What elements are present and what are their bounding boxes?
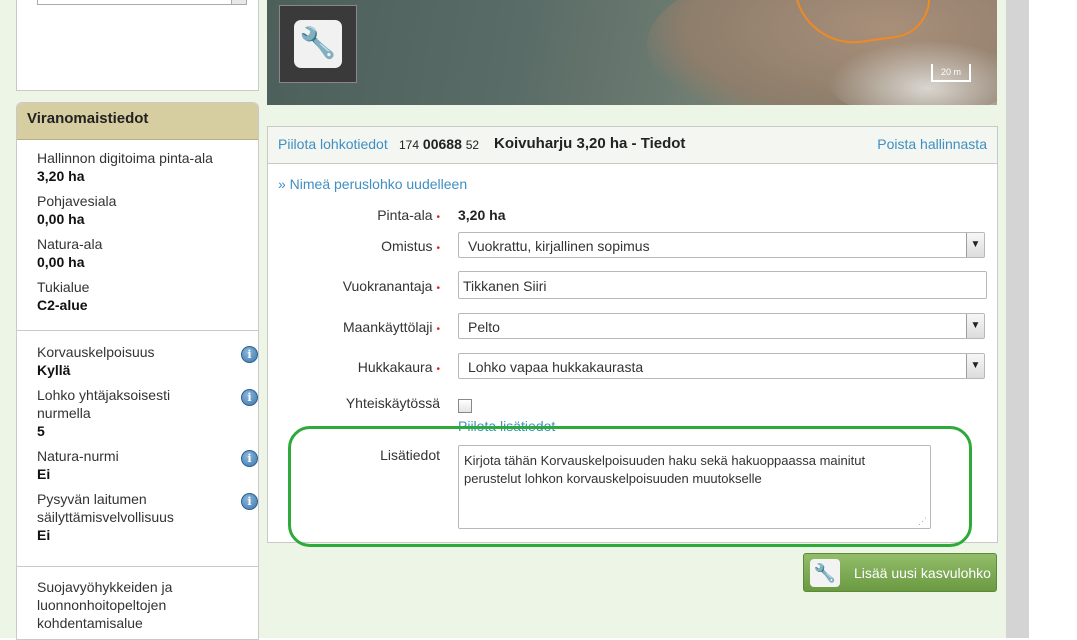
grassland-years-label: Lohko yhtäjaksoisesti nurmella [37,387,171,421]
rename-parcel-link[interactable]: » Nimeä peruslohko uudelleen [278,176,467,192]
buffer-zone-label: Suojavyöhykkeiden ja luonnonhoitopeltoje… [37,579,173,631]
area-label: Pinta-ala • [377,207,440,223]
pasture-obligation-row: Pysyvän laitumen säilyttämisvelvollisuus… [37,490,258,544]
select-arrow-icon[interactable] [231,0,246,4]
wild-oat-label-text: Hukkakaura [357,359,433,375]
panel-header: Piilota lohkotiedot 174 00688 52 Koivuha… [268,127,997,164]
lessor-label: Vuokranantaja • [343,278,440,294]
lessor-input-value: Tikkanen Siiri [463,278,547,294]
remove-from-holding-link[interactable]: Poista hallinnasta [877,136,987,152]
panel-title: Koivuharju 3,20 ha - Tiedot [494,135,686,152]
authority-info-title: Viranomaistiedot [17,103,258,140]
groundwater-area-label: Pohjavesiala [37,193,117,209]
chevron-down-icon[interactable]: ▼ [966,233,984,257]
pasture-obligation-label: Pysyvän laitumen säilyttämisvelvollisuus [37,491,174,525]
area-value: 3,20 ha [458,207,506,223]
chevron-down-icon[interactable]: ▼ [966,354,984,378]
required-mark: • [436,212,440,223]
eligibility-row: Korvauskelpoisuus Kyllä i [37,343,258,379]
required-mark: • [436,243,440,254]
eligibility-label: Korvauskelpoisuus [37,344,155,360]
ownership-label-text: Omistus [381,238,433,254]
ownership-select-value: Vuokrattu, kirjallinen sopimus [468,238,650,254]
info-icon[interactable]: i [241,493,258,510]
ownership-label: Omistus • [381,238,440,254]
parcel-id-suffix: 52 [465,138,480,152]
support-area-value: C2-alue [37,297,88,313]
buffer-zone-section: Suojavyöhykkeiden ja luonnonhoitopeltoje… [17,567,258,632]
add-growth-parcel-button[interactable]: 🔧 Lisää uusi kasvulohko [803,553,997,592]
natura-grass-value: Ei [37,466,51,482]
top-select[interactable] [37,0,247,5]
support-area-label: Tukialue [37,279,90,295]
grassland-years-row: Lohko yhtäjaksoisesti nurmella 5 i [37,386,258,440]
wild-oat-select-value: Lohko vapaa hukkakaurasta [468,359,644,375]
shared-use-label: Yhteiskäytössä [345,395,440,411]
add-growth-parcel-label: Lisää uusi kasvulohko [854,565,991,581]
digitized-area-value: 3,20 ha [37,168,85,184]
eligibility-value: Kyllä [37,362,71,378]
natura-grass-row: Natura-nurmi Ei i [37,447,258,483]
hide-parcel-info-link[interactable]: Piilota lohkotiedot [278,136,388,152]
lessor-input[interactable]: Tikkanen Siiri [458,271,987,299]
chevron-down-icon[interactable]: ▼ [966,314,984,338]
info-icon[interactable]: i [241,450,258,467]
info-icon[interactable]: i [241,389,258,406]
pasture-obligation-value: Ei [37,527,51,543]
page-scroll-track [1006,0,1029,638]
highlight-annotation [288,426,972,547]
required-mark: • [436,364,440,375]
landuse-select-value: Pelto [468,319,500,335]
natura-area-label: Natura-ala [37,236,103,252]
lessor-label-text: Vuokranantaja [342,278,433,294]
authority-area-section: Hallinnon digitoima pinta-ala 3,20 ha Po… [17,140,258,331]
authority-eligibility-section: Korvauskelpoisuus Kyllä i Lohko yhtäjaks… [17,331,258,567]
digitized-area-label: Hallinnon digitoima pinta-ala [37,150,213,166]
landuse-label: Maankäyttölaji • [343,319,440,335]
wrench-icon: 🔧 [810,559,840,587]
landuse-select[interactable]: Pelto ▼ [458,313,985,339]
wrench-icon: 🔧 [294,20,342,68]
parcel-id: 174 00688 52 [399,136,479,152]
top-sidebar-box [16,0,259,91]
aerial-map[interactable]: 🔧 20 m [267,0,997,105]
wild-oat-label: Hukkakaura • [358,359,440,375]
natura-area-value: 0,00 ha [37,254,85,270]
area-label-text: Pinta-ala [377,207,433,223]
map-tool-button[interactable]: 🔧 [279,5,357,83]
shared-use-checkbox[interactable] [458,399,472,413]
grassland-years-value: 5 [37,423,45,439]
map-scale-bar: 20 m [931,64,971,82]
natura-grass-label: Natura-nurmi [37,448,119,464]
wild-oat-select[interactable]: Lohko vapaa hukkakaurasta ▼ [458,353,985,379]
required-mark: • [436,283,440,294]
landuse-label-text: Maankäyttölaji [342,319,433,335]
info-icon[interactable]: i [241,346,258,363]
parcel-id-main: 00688 [422,136,462,152]
required-mark: • [436,324,440,335]
parcel-id-prefix: 174 [399,138,420,152]
ownership-select[interactable]: Vuokrattu, kirjallinen sopimus ▼ [458,232,985,258]
groundwater-area-value: 0,00 ha [37,211,85,227]
authority-info-box: Viranomaistiedot Hallinnon digitoima pin… [16,102,259,640]
